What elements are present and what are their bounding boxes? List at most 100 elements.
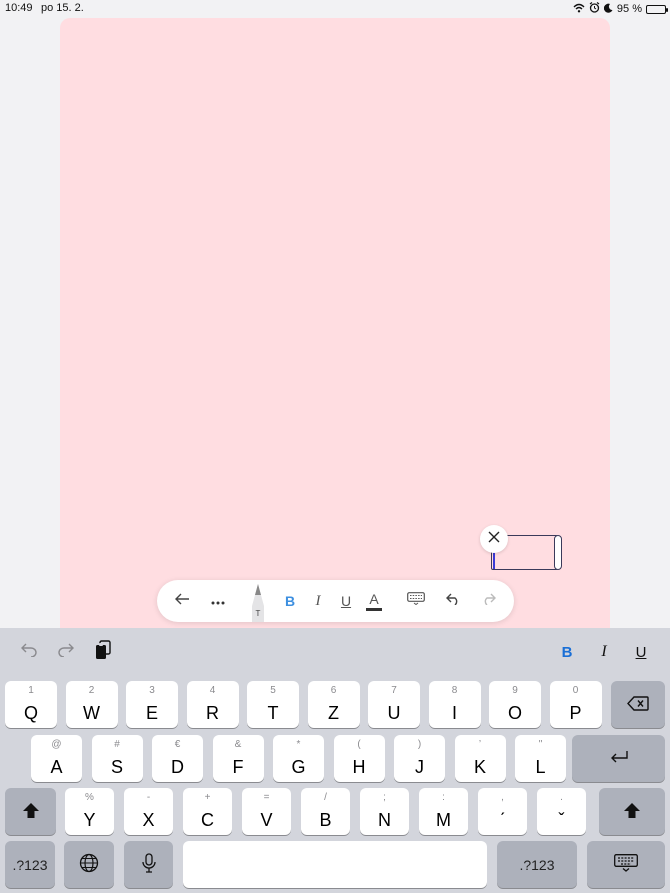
kb-redo-button[interactable] [53,628,79,676]
text-color-swatch [366,608,382,611]
key-row3-5[interactable]: ; N [360,788,409,835]
key-secondary-label: ( [357,739,361,750]
key-row1-5[interactable]: 6Z [307,681,360,728]
key-label: E [145,703,158,723]
key-secondary-label: ; [383,792,386,803]
key-row1-9[interactable]: 0P [549,681,602,728]
keyboard-hide-icon [614,854,638,875]
key-secondary-label: / [324,792,327,803]
key-secondary-label: " [538,739,543,750]
toolbar-bold-button[interactable]: B [280,580,300,622]
key-label: C [201,810,214,830]
kb-bold-button[interactable]: B [556,628,578,676]
key-row3-7[interactable]: ,ˊ [478,788,527,835]
key-label: A [50,757,63,777]
key-label: F [232,757,244,777]
text-tool-button[interactable]: T [245,580,271,622]
key-secondary-label: - [146,792,151,803]
battery-icon [646,4,668,14]
key-label: D [171,757,184,777]
key-secondary-label: & [234,739,242,750]
shift-arrow-icon [623,802,641,822]
status-bar: 10:49 po 15. 2. 95 % [0,0,670,18]
back-button[interactable] [171,580,193,622]
key-label: O [507,703,522,723]
redo-icon [481,592,496,610]
key-secondary-label: + [204,792,211,803]
key-row2-8[interactable]: " L [515,735,566,782]
battery-percent: 95 % [616,3,642,15]
space-key[interactable] [183,841,487,888]
key-row3-2[interactable]: + C [183,788,232,835]
keyboard-shortcut-bar: B I U [0,628,670,676]
key-label: B [319,810,332,830]
arrow-left-icon [174,592,190,610]
close-text-box-button[interactable] [480,525,508,553]
globe-icon [79,853,99,876]
text-cursor [493,552,495,569]
key-label: Y [83,810,96,830]
key-secondary-label: 3 [149,685,155,696]
kb-paste-button[interactable] [90,628,116,676]
key-label: V [260,810,273,830]
key-row2-6[interactable]: ) J [394,735,445,782]
numbers-key-right[interactable]: .?123 [497,841,577,888]
key-secondary-label: : [442,792,445,803]
key-row2-1[interactable]: # S [91,735,143,782]
key-label: R [206,703,219,723]
key-row1-0[interactable]: 1Q [5,681,57,728]
key-label: Z [328,703,339,723]
return-key[interactable] [572,735,665,782]
pen-label: T [256,609,261,618]
numbers-key-left[interactable]: .?123 [5,841,55,888]
microphone-icon [141,853,156,876]
resize-handle[interactable] [554,535,562,570]
key-row3-0[interactable]: % Y [65,788,114,835]
key-row3-3[interactable]: = V [242,788,291,835]
key-row3-1[interactable]: -X [124,788,173,835]
undo-icon [445,592,461,610]
keyboard: B I U 1Q2W3E4R5T6Z7U8I9O0P @ A # S € D & F * G(H)… [0,628,670,893]
key-row2-7[interactable]: ’ K [454,735,506,782]
key-row2-4[interactable]: * G [273,735,324,782]
undo-icon [21,643,37,662]
key-row2-0[interactable]: @ A [31,735,82,782]
status-right: 95 % [573,2,668,16]
key-row3-6[interactable]: :M [419,788,468,835]
moon-icon [603,3,613,16]
key-row1-3[interactable]: 4R [186,681,239,728]
key-row1-2[interactable]: 3E [126,681,178,728]
toolbar-italic-button[interactable]: I [308,580,328,622]
text-color-button[interactable]: A [364,580,384,622]
key-row1-6[interactable]: 7U [368,681,420,728]
globe-key[interactable] [64,841,114,888]
key-row1-4[interactable]: 5T [247,681,299,728]
key-row1-7[interactable]: 8I [428,681,481,728]
key-label: Q [23,703,38,723]
redo-button[interactable] [477,580,499,622]
kb-underline-button[interactable]: U [630,628,652,676]
clipboard-icon [94,639,112,665]
key-row2-2[interactable]: € D [152,735,203,782]
hide-keyboard-key[interactable] [587,841,665,888]
undo-button[interactable] [442,580,464,622]
text-color-label: A [369,591,379,607]
key-row3-4[interactable]: / B [301,788,350,835]
kb-undo-button[interactable] [16,628,42,676]
dictation-key[interactable] [124,841,173,888]
keyboard-toggle-button[interactable] [405,580,427,622]
key-label: U [387,703,401,723]
key-row2-3[interactable]: & F [212,735,264,782]
more-button[interactable] [207,580,229,622]
key-row3-8[interactable]: .ˇ [537,788,586,835]
shift-key-left[interactable] [5,788,56,835]
toolbar-underline-button[interactable]: U [336,580,356,622]
shift-key-right[interactable] [599,788,665,835]
kb-italic-button[interactable]: I [593,628,615,676]
key-row1-1[interactable]: 2W [65,681,118,728]
key-row1-8[interactable]: 9O [489,681,541,728]
backspace-key[interactable] [611,681,665,728]
key-label: M [436,810,451,830]
key-row2-5[interactable]: (H [333,735,385,782]
key-secondary-label: 2 [88,685,95,696]
